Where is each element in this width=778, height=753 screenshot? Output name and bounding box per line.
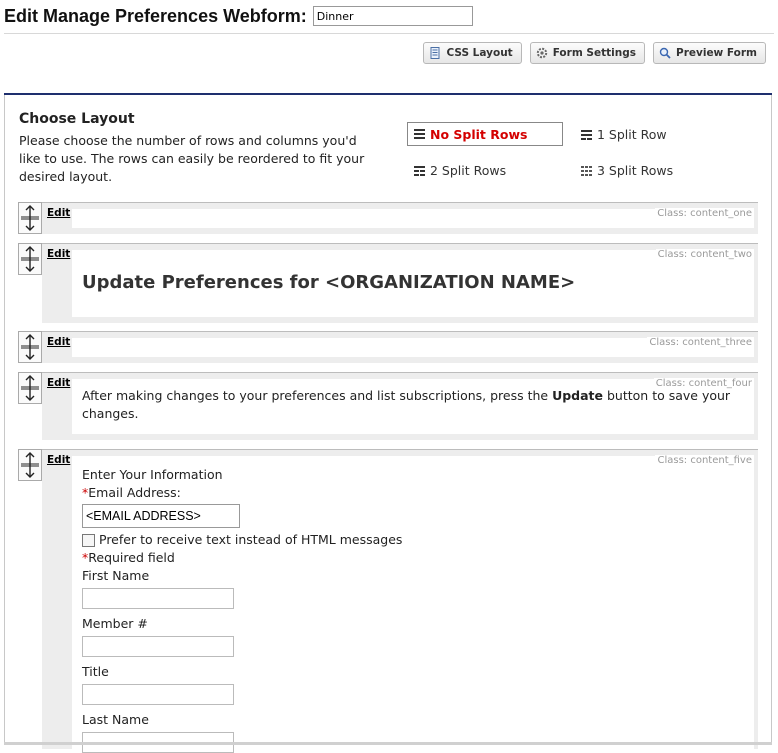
row-class-label: Class: content_four: [653, 378, 754, 389]
row-class-label: Class: content_one: [655, 208, 754, 219]
instructions-text: After making changes to your preferences…: [82, 387, 734, 423]
gear-icon: [536, 47, 547, 59]
title-label: Title: [82, 664, 109, 679]
edit-link[interactable]: Edit: [47, 377, 70, 389]
form-settings-button[interactable]: Form Settings: [529, 42, 645, 64]
layout-row-content-three: Class: content_three Edit: [18, 331, 758, 363]
document-icon: [430, 47, 440, 59]
drag-handle[interactable]: [18, 243, 42, 275]
columns-icon: [581, 165, 592, 176]
drag-handle[interactable]: [18, 372, 42, 404]
row-content-area[interactable]: Enter Your Information *Email Address: P…: [72, 456, 754, 753]
form-section-title: Enter Your Information: [82, 467, 223, 482]
rows-icon: [581, 129, 592, 140]
layout-option-3-split[interactable]: 3 Split Rows: [581, 163, 673, 178]
row-class-label: Class: content_two: [655, 249, 754, 260]
layout-option-label: 1 Split Row: [597, 127, 667, 142]
row-class-label: Class: content_five: [655, 455, 754, 466]
row-container: Update Preferences for <ORGANIZATION NAM…: [42, 243, 758, 323]
row-class-label: Class: content_three: [647, 337, 754, 348]
first-name-label: First Name: [82, 568, 150, 583]
move-arrows-icon: [21, 334, 39, 360]
layout-option-1-split[interactable]: 1 Split Row: [581, 127, 667, 142]
last-name-label: Last Name: [82, 712, 149, 727]
choose-layout-description: Please choose the number of rows and col…: [19, 133, 365, 184]
preferences-heading: Update Preferences for <ORGANIZATION NAM…: [82, 272, 576, 293]
text-preference-checkbox[interactable]: [82, 534, 95, 547]
layout-row-content-one: Class: content_one Edit: [18, 202, 758, 234]
edit-link[interactable]: Edit: [47, 248, 70, 260]
move-arrows-icon: [21, 375, 39, 401]
text-preference-label: Prefer to receive text instead of HTML m…: [99, 532, 403, 547]
layout-option-no-split[interactable]: No Split Rows: [407, 122, 563, 146]
layout-row-content-four: After making changes to your preferences…: [18, 372, 758, 440]
header: Edit Manage Preferences Webform:: [4, 4, 473, 28]
move-arrows-icon: [21, 205, 39, 231]
title-field[interactable]: [82, 684, 234, 705]
member-number-field[interactable]: [82, 636, 234, 657]
move-arrows-icon: [21, 246, 39, 272]
css-layout-label: CSS Layout: [446, 47, 513, 59]
css-layout-button[interactable]: CSS Layout: [423, 42, 522, 64]
update-keyword: Update: [552, 388, 604, 403]
email-field[interactable]: [82, 504, 240, 528]
edit-link[interactable]: Edit: [47, 336, 70, 348]
layout-option-label: No Split Rows: [430, 126, 528, 142]
layout-option-2-split[interactable]: 2 Split Rows: [414, 163, 506, 178]
layout-option-label: 2 Split Rows: [430, 163, 507, 178]
row-container: Class: content_three: [42, 331, 758, 363]
email-label-line: *Email Address:: [82, 484, 402, 502]
preview-form-label: Preview Form: [676, 47, 757, 59]
instructions-text-start: After making changes to your preferences…: [82, 388, 553, 403]
member-number-label: Member #: [82, 616, 148, 631]
layout-row-content-two: Update Preferences for <ORGANIZATION NAM…: [18, 243, 758, 323]
page-title: Edit Manage Preferences Webform:: [4, 5, 307, 26]
form-settings-label: Form Settings: [552, 47, 636, 59]
required-note-line: *Required field: [82, 549, 402, 567]
drag-handle[interactable]: [18, 202, 42, 234]
row-container: Class: content_one: [42, 202, 758, 234]
layout-row-content-five: Enter Your Information *Email Address: P…: [18, 449, 758, 753]
header-divider: [4, 33, 774, 34]
drag-handle[interactable]: [18, 449, 42, 481]
email-label: Email Address:: [88, 485, 181, 500]
edit-link[interactable]: Edit: [47, 454, 70, 466]
first-name-field[interactable]: [82, 588, 234, 609]
text-preference-line: Prefer to receive text instead of HTML m…: [82, 531, 402, 549]
edit-link[interactable]: Edit: [47, 207, 70, 219]
preview-form-button[interactable]: Preview Form: [653, 42, 766, 64]
row-container: After making changes to your preferences…: [42, 372, 758, 440]
subscriber-form: Enter Your Information *Email Address: P…: [82, 466, 402, 753]
row-container: Enter Your Information *Email Address: P…: [42, 449, 758, 753]
magnifier-icon: [659, 47, 671, 59]
row-content-area[interactable]: After making changes to your preferences…: [72, 379, 754, 434]
rows-icon: [414, 165, 425, 176]
layout-option-label: 3 Split Rows: [597, 163, 674, 178]
required-note: Required field: [88, 550, 175, 565]
choose-layout-title: Choose Layout: [19, 111, 135, 127]
toolbar: CSS Layout Form Settings Preview Form: [423, 42, 766, 64]
row-content-area[interactable]: [72, 209, 754, 228]
drag-handle[interactable]: [18, 331, 42, 363]
form-name-input[interactable]: [312, 6, 473, 26]
move-arrows-icon: [21, 452, 39, 478]
rows-icon: [414, 129, 425, 139]
row-content-area[interactable]: Update Preferences for <ORGANIZATION NAM…: [72, 250, 754, 317]
